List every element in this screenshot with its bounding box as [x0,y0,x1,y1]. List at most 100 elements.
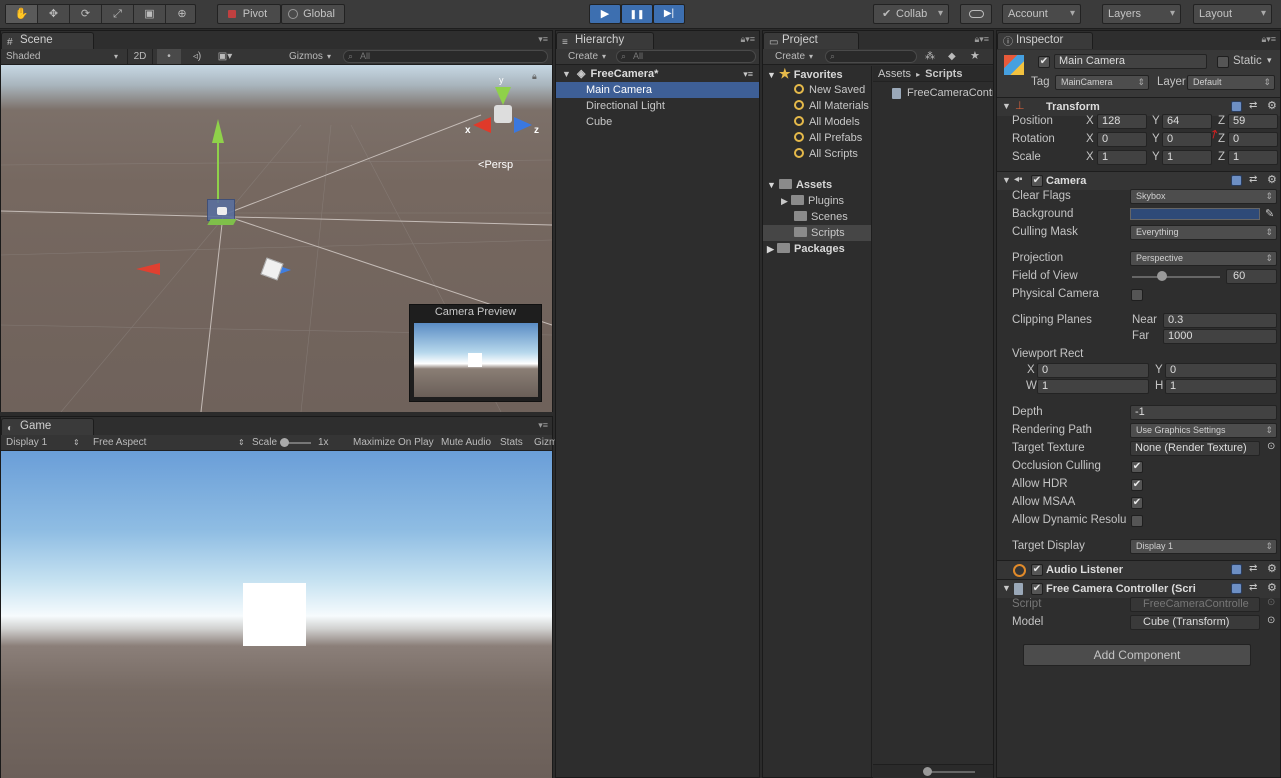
allow-msaa-checkbox[interactable]: ✔ [1131,497,1143,509]
viewport-w-field[interactable]: 1 [1037,379,1149,394]
gear-icon[interactable]: ⚙ [1267,173,1277,186]
audio-listener-header[interactable]: ✔ Audio Listener ⇄ ⚙ [997,560,1280,579]
hierarchy-search-input[interactable]: ⌕ All [616,50,756,63]
rotation-z-field[interactable]: 0 [1228,132,1278,147]
layout-dropdown[interactable]: Layout [1193,4,1272,24]
rotation-y-field[interactable]: 0 [1162,132,1212,147]
project-create-dropdown[interactable]: Create [775,49,805,64]
favorite-item[interactable]: All Materials [763,98,871,114]
clear-flags-dropdown[interactable]: Skybox [1130,189,1277,204]
preset-icon[interactable]: ⇄ [1249,100,1257,111]
icon-size-slider[interactable] [925,771,975,773]
lighting-toggle-icon[interactable]: • [157,49,181,64]
help-book-icon[interactable] [1231,175,1242,186]
object-picker-icon[interactable]: ⊙ [1267,441,1275,452]
occlusion-culling-checkbox[interactable]: ✔ [1131,461,1143,473]
hierarchy-create-dropdown[interactable]: Create [568,49,598,64]
scene-menu-icon[interactable]: ▾≡ [743,66,753,82]
persp-label[interactable]: <Persp [478,159,513,171]
2d-toggle[interactable]: 2D [127,49,153,64]
fov-slider-thumb[interactable] [1157,271,1167,281]
scale-y-field[interactable]: 1 [1162,150,1212,165]
depth-field[interactable]: -1 [1130,405,1277,420]
scene-lock-icon[interactable]: 🔒︎ [532,71,537,82]
camera-enabled-checkbox[interactable]: ✔ [1031,175,1043,187]
maximize-on-play-toggle[interactable]: Maximize On Play [353,435,434,450]
tab-scene[interactable]: # Scene [1,32,94,49]
folder-item-scripts[interactable]: Scripts [763,225,871,241]
scene-root-row[interactable]: ▼ ◈ FreeCamera* ▾≡ [556,66,759,82]
game-panel-menu-icon[interactable]: ▾≡ [538,420,548,431]
project-lock-icon[interactable]: 🔒︎▾≡ [974,34,989,45]
favorite-item[interactable]: All Scripts [763,146,871,162]
gear-icon[interactable]: ⚙ [1267,581,1277,594]
folder-item-scenes[interactable]: Scenes [763,209,871,225]
rect-tool-icon[interactable]: ▣ [134,5,166,23]
favorites-row[interactable]: ▼ ★ Favorites [763,66,871,82]
physical-camera-checkbox[interactable] [1131,289,1143,301]
object-name-field[interactable]: Main Camera [1054,54,1207,69]
tag-dropdown[interactable]: MainCamera [1055,75,1149,90]
scale-slider-thumb[interactable] [280,438,289,447]
position-x-field[interactable]: 128 [1097,114,1147,129]
favorite-item[interactable]: All Prefabs [763,130,871,146]
transform-tool-icon[interactable]: ⊕ [166,5,198,23]
help-book-icon[interactable] [1231,583,1242,594]
far-field[interactable]: 1000 [1163,329,1277,344]
breadcrumb-assets[interactable]: Assets [878,68,911,80]
gear-icon[interactable]: ⚙ [1267,99,1277,112]
mute-audio-toggle[interactable]: Mute Audio [441,435,491,450]
free-camera-enabled-checkbox[interactable]: ✔ [1031,583,1043,595]
help-book-icon[interactable] [1231,564,1242,575]
move-gizmo-z-plane[interactable] [207,219,237,225]
camera-header[interactable]: ▼ ◂▪ ✔ Camera ⇄ ⚙ [997,171,1280,190]
hierarchy-item-directional-light[interactable]: Directional Light [556,98,759,114]
fov-slider-track[interactable] [1132,276,1220,278]
active-checkbox[interactable]: ✔ [1038,56,1050,68]
help-book-icon[interactable] [1231,101,1242,112]
stats-toggle[interactable]: Stats [500,435,523,450]
scale-z-field[interactable]: 1 [1228,150,1278,165]
layer-dropdown[interactable]: Default [1187,75,1275,90]
scene-search-input[interactable]: ⌕ All [343,50,548,63]
audio-listener-checkbox[interactable]: ✔ [1031,564,1043,576]
cloud-button[interactable] [960,4,992,24]
filter-label-icon[interactable]: ◆ [948,49,956,64]
game-gizmos-toggle[interactable]: Gizm [534,435,557,450]
add-component-button[interactable]: Add Component [1023,644,1251,666]
global-toggle[interactable]: Global [281,4,345,24]
preset-icon[interactable]: ⇄ [1249,174,1257,185]
move-gizmo-x-arrow[interactable] [136,263,160,275]
viewport-h-field[interactable]: 1 [1165,379,1277,394]
tab-game[interactable]: ◐ Game [1,418,94,435]
viewport-x-field[interactable]: 0 [1037,363,1149,378]
hierarchy-item-main-camera[interactable]: Main Camera [556,82,759,98]
shading-mode-dropdown[interactable]: Shaded [6,49,121,64]
icon-size-slider-thumb[interactable] [923,767,932,776]
orientation-gizmo[interactable]: y x z <Persp [465,75,548,171]
gear-icon[interactable]: ⚙ [1267,562,1277,575]
panel-menu-icon[interactable]: ▾≡ [538,34,548,45]
fov-field[interactable]: 60 [1226,269,1277,284]
game-viewport[interactable] [1,451,552,778]
rotate-tool-icon[interactable]: ⟳ [70,5,102,23]
viewport-y-field[interactable]: 0 [1165,363,1277,378]
rendering-path-dropdown[interactable]: Use Graphics Settings [1130,423,1277,438]
background-color-swatch[interactable] [1130,208,1260,220]
model-field[interactable]: Cube (Transform) [1130,615,1260,630]
static-caret-icon[interactable]: ▾ [1267,55,1272,66]
preset-icon[interactable]: ⇄ [1249,582,1257,593]
breadcrumb-scripts[interactable]: Scripts [925,68,962,80]
projection-dropdown[interactable]: Perspective [1130,251,1277,266]
tab-project[interactable]: ▭ Project [763,32,859,49]
allow-hdr-checkbox[interactable]: ✔ [1131,479,1143,491]
free-camera-controller-header[interactable]: ▼ ✔ Free Camera Controller (Scri ⇄ ⚙ [997,579,1280,598]
model-picker-icon[interactable]: ⊙ [1267,615,1275,626]
account-dropdown[interactable]: Account [1002,4,1081,24]
move-tool-icon[interactable]: ✥ [38,5,70,23]
filter-type-icon[interactable]: ⁂ [925,49,935,64]
project-search-input[interactable]: ⌕ [825,50,917,63]
static-checkbox[interactable] [1217,56,1229,68]
file-item[interactable]: FreeCameraController [873,85,993,101]
collab-dropdown[interactable]: ✔ Collab [873,4,949,24]
